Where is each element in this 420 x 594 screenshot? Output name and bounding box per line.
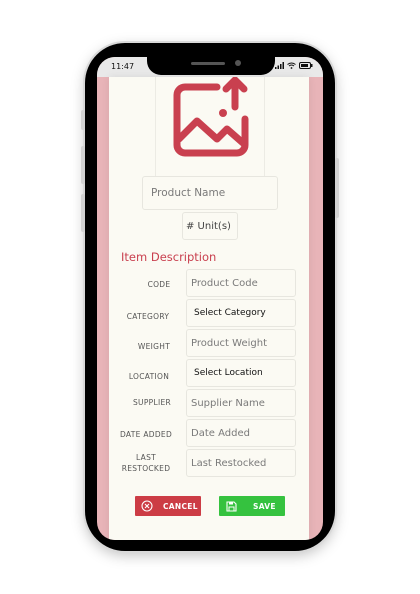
units-input[interactable]: # Unit(s) bbox=[182, 212, 238, 240]
volume-down-button bbox=[81, 146, 85, 184]
volume-up-button bbox=[81, 110, 85, 130]
weight-placeholder: Product Weight bbox=[191, 337, 267, 349]
weight-input[interactable]: Product Weight bbox=[186, 329, 296, 357]
save-floppy-icon bbox=[226, 500, 237, 512]
last-restocked-input[interactable]: Last Restocked bbox=[186, 449, 296, 477]
last-restocked-label-line1: LAST bbox=[135, 453, 157, 462]
speaker-grille bbox=[191, 62, 225, 65]
save-button[interactable]: SAVE bbox=[219, 496, 285, 516]
product-name-placeholder: Product Name bbox=[151, 187, 226, 199]
code-placeholder: Product Code bbox=[191, 277, 258, 289]
location-selected-value: Select Location bbox=[194, 368, 263, 378]
units-placeholder: # Unit(s) bbox=[186, 220, 231, 232]
save-button-label: SAVE bbox=[253, 501, 276, 511]
supplier-label: SUPPLIER bbox=[132, 398, 172, 407]
supplier-placeholder: Supplier Name bbox=[191, 397, 265, 409]
category-select[interactable]: Select Category bbox=[186, 299, 296, 327]
location-label: LOCATION bbox=[128, 372, 170, 381]
category-selected-value: Select Category bbox=[194, 308, 266, 318]
cancel-button-label: CANCEL bbox=[163, 501, 198, 511]
code-label: CODE bbox=[147, 280, 171, 289]
item-description-heading: Item Description bbox=[121, 250, 217, 264]
code-input[interactable]: Product Code bbox=[186, 269, 296, 297]
last-restocked-label: LAST RESTOCKED bbox=[112, 452, 180, 474]
status-icons bbox=[275, 62, 313, 69]
power-button bbox=[335, 158, 339, 218]
status-time: 11:47 bbox=[111, 62, 135, 71]
battery-icon bbox=[299, 62, 313, 69]
image-upload-icon bbox=[173, 77, 249, 157]
front-camera bbox=[235, 60, 241, 66]
weight-label: WEIGHT bbox=[137, 342, 171, 351]
last-restocked-placeholder: Last Restocked bbox=[191, 457, 267, 469]
category-label: CATEGORY bbox=[126, 312, 170, 321]
supplier-input[interactable]: Supplier Name bbox=[186, 389, 296, 417]
silent-switch bbox=[81, 194, 85, 232]
date-added-label: DATE ADDED bbox=[119, 430, 173, 439]
date-added-input[interactable]: Date Added bbox=[186, 419, 296, 447]
date-added-placeholder: Date Added bbox=[191, 427, 250, 439]
cancel-x-icon bbox=[141, 500, 153, 512]
last-restocked-label-line2: RESTOCKED bbox=[121, 464, 171, 473]
product-name-input[interactable]: Product Name bbox=[142, 176, 278, 210]
status-bar: 11:47 bbox=[97, 57, 323, 77]
camera-notch bbox=[147, 57, 275, 75]
wifi-icon bbox=[287, 62, 296, 69]
location-select[interactable]: Select Location bbox=[186, 359, 296, 387]
cancel-button[interactable]: CANCEL bbox=[135, 496, 201, 516]
signal-icon bbox=[275, 62, 284, 69]
